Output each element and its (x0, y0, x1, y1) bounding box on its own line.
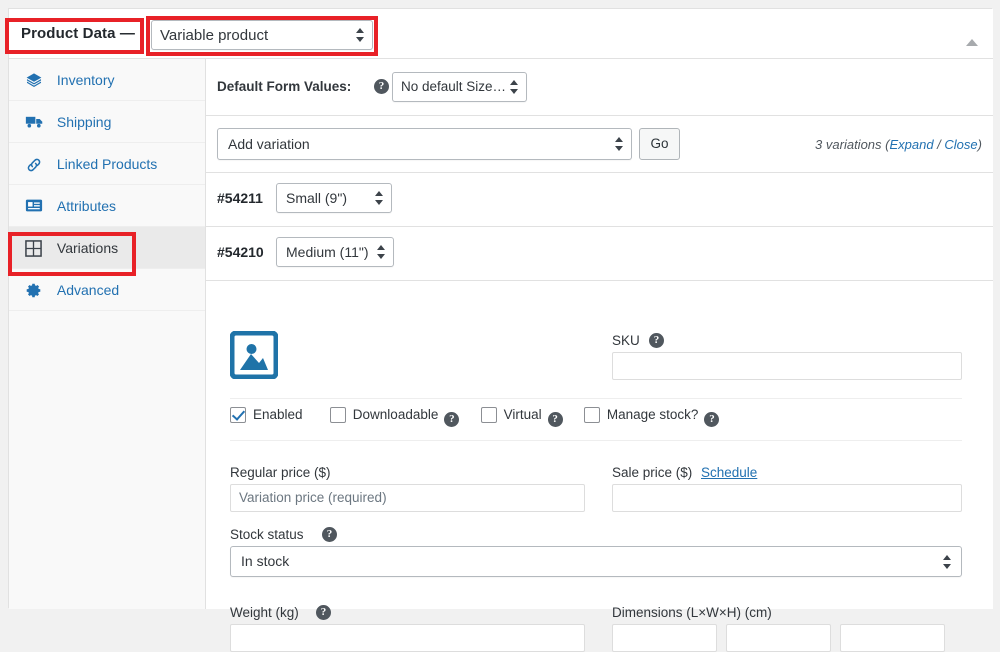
weight-input[interactable] (230, 624, 585, 652)
dimension-length-input[interactable] (612, 624, 717, 652)
dimension-width-input[interactable] (726, 624, 831, 652)
sale-price-input[interactable] (612, 484, 962, 512)
sidebar-item-label: Attributes (56, 198, 117, 214)
regular-price-placeholder: Variation price (required) (239, 490, 387, 505)
variation-attribute-select[interactable]: Medium (11") (276, 237, 394, 267)
product-data-sidebar: Inventory Shipping Linked Products Attri… (9, 59, 206, 609)
help-icon[interactable]: ? (649, 333, 664, 348)
variation-attribute-select[interactable]: Small (9") (276, 183, 392, 213)
inventory-icon (25, 72, 47, 88)
product-data-header: Product Data — Variable product (9, 9, 993, 59)
virtual-checkbox[interactable] (480, 407, 497, 423)
downloadable-checkbox[interactable] (329, 407, 346, 423)
schedule-link[interactable]: Schedule (701, 465, 757, 480)
sidebar-item-shipping[interactable]: Shipping (9, 101, 205, 143)
sku-input[interactable] (612, 352, 962, 380)
chevron-updown-icon (377, 244, 386, 260)
default-form-values-label: Default Form Values: (217, 79, 352, 94)
sidebar-item-label: Variations (56, 240, 119, 256)
sidebar-item-linked-products[interactable]: Linked Products (9, 143, 205, 185)
add-variation-select[interactable]: Add variation (217, 128, 632, 160)
sidebar-item-label: Advanced (56, 282, 120, 298)
chevron-updown-icon (356, 27, 365, 43)
expand-link[interactable]: Expand (889, 137, 933, 152)
help-icon[interactable]: ? (322, 527, 337, 542)
manage-stock-checkbox[interactable] (583, 407, 600, 423)
go-button[interactable]: Go (639, 128, 680, 160)
count-suffix: ) (977, 137, 982, 152)
product-data-panel: Product Data — Variable product Inventor… (8, 8, 993, 652)
variation-row[interactable]: #54210 Medium (11") (206, 227, 993, 281)
link-separator: / (933, 137, 945, 152)
enabled-checkbox[interactable] (230, 407, 246, 423)
product-type-select[interactable]: Variable product (151, 20, 373, 50)
page-title: Product Data — (21, 25, 135, 42)
sidebar-item-advanced[interactable]: Advanced (9, 269, 205, 311)
sidebar-item-label: Inventory (56, 72, 115, 88)
variation-flags-row: Enabled Downloadable? Virtual? Manage st… (230, 407, 720, 427)
dimensions-label: Dimensions (L×W×H) (cm) (612, 605, 772, 620)
regular-price-input[interactable]: Variation price (required) (230, 484, 585, 512)
downloadable-label: Downloadable (352, 407, 439, 422)
chevron-updown-icon (615, 136, 624, 152)
image-placeholder-icon[interactable] (230, 331, 278, 379)
attributes-icon (25, 198, 47, 214)
stock-status-select[interactable]: In stock (230, 546, 962, 577)
weight-label: Weight (kg) (230, 605, 299, 620)
variation-row[interactable]: #54211 Small (9") (206, 173, 993, 227)
variation-id: #54210 (217, 244, 264, 260)
product-type-value: Variable product (160, 27, 269, 44)
variations-panel: Default Form Values: ? No default Size… … (206, 59, 993, 652)
stock-status-label: Stock status (230, 527, 304, 542)
regular-price-label: Regular price ($) (230, 465, 331, 480)
add-variation-value: Add variation (228, 136, 310, 152)
link-icon (25, 156, 47, 172)
chevron-updown-icon (375, 190, 384, 206)
default-size-select[interactable]: No default Size… (392, 72, 528, 102)
variation-count: 3 variations (Expand / Close) (815, 137, 982, 152)
sidebar-item-attributes[interactable]: Attributes (9, 185, 205, 227)
variation-count-text: 3 variations ( (815, 137, 890, 152)
chevron-updown-icon (943, 554, 952, 570)
variation-id: #54211 (217, 190, 263, 206)
virtual-label: Virtual (503, 407, 542, 422)
stock-status-value: In stock (241, 553, 290, 569)
help-icon[interactable]: ? (704, 412, 720, 427)
sale-price-label: Sale price ($) (612, 465, 693, 480)
variation-attribute-value: Small (9") (286, 190, 347, 206)
sidebar-item-label: Linked Products (56, 156, 158, 172)
default-size-value: No default Size… (401, 79, 507, 94)
add-variation-row: Add variation Go 3 variations (Expand / … (206, 116, 993, 173)
enabled-label: Enabled (253, 407, 303, 422)
grid-icon (25, 240, 47, 257)
variation-attribute-value: Medium (11") (286, 244, 369, 260)
truck-icon (25, 114, 47, 130)
help-icon[interactable]: ? (444, 412, 460, 427)
help-icon[interactable]: ? (374, 79, 389, 94)
divider (230, 440, 962, 441)
help-icon[interactable]: ? (316, 605, 331, 620)
gear-icon (25, 282, 47, 298)
sku-label: SKU (612, 333, 640, 348)
help-icon[interactable]: ? (547, 412, 563, 427)
chevron-updown-icon (510, 79, 519, 95)
sidebar-item-label: Shipping (56, 114, 112, 130)
chevron-up-icon[interactable] (965, 36, 979, 48)
dimension-height-input[interactable] (840, 624, 945, 652)
close-link[interactable]: Close (944, 137, 977, 152)
manage-stock-label: Manage stock? (606, 407, 699, 422)
sidebar-item-inventory[interactable]: Inventory (9, 59, 205, 101)
default-form-values-row: Default Form Values: ? No default Size… (206, 59, 993, 116)
sidebar-item-variations[interactable]: Variations (9, 227, 205, 269)
divider (230, 398, 962, 399)
